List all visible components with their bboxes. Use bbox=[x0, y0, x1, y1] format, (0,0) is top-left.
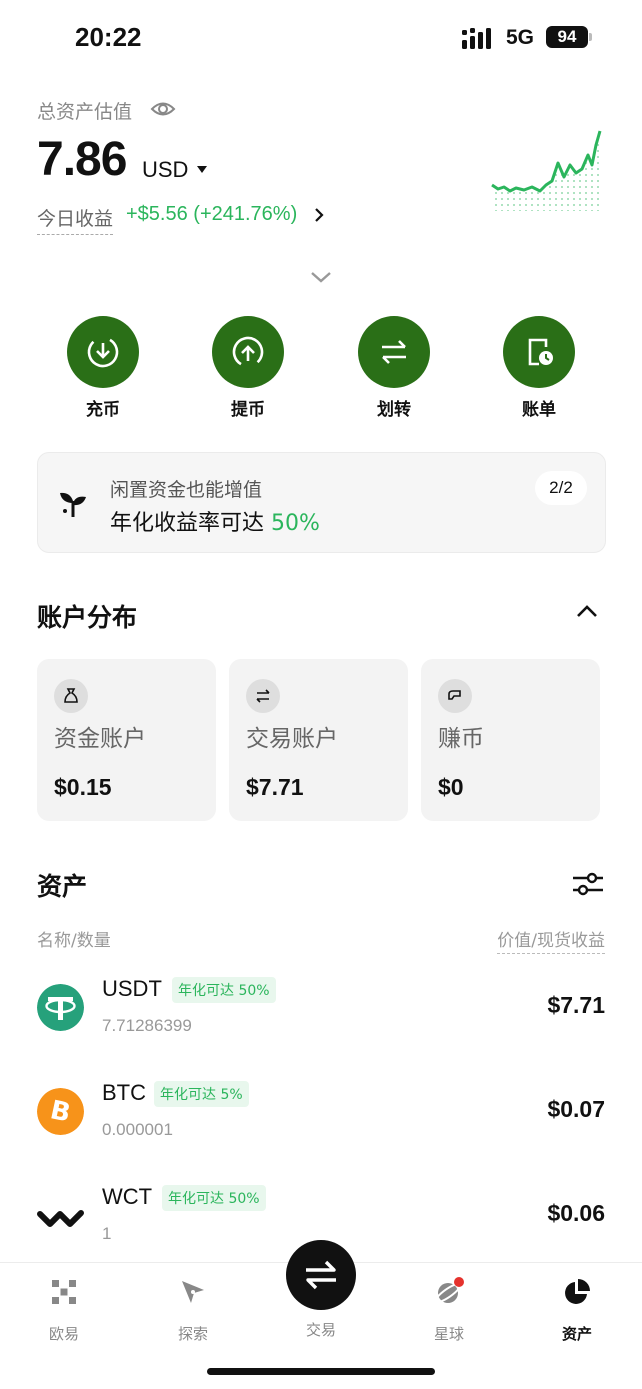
deposit-icon[interactable] bbox=[67, 316, 139, 388]
bill-icon[interactable] bbox=[503, 316, 575, 388]
funding-account-value: $0.15 bbox=[54, 774, 112, 800]
total-asset-label: 总资产估值 bbox=[37, 101, 133, 123]
asset-row-btc[interactable]: B BTC 年化可达 5% 0.000001 $0.07 bbox=[0, 1074, 642, 1170]
funding-account-card[interactable]: 资金账户 $0.15 bbox=[37, 659, 216, 821]
promo-title: 闲置资金也能增值 bbox=[110, 479, 263, 501]
filter-sliders-icon[interactable] bbox=[571, 870, 605, 898]
planet-icon bbox=[434, 1277, 464, 1304]
asset-sparkline bbox=[491, 130, 602, 211]
apy-badge[interactable]: 年化可达 5% bbox=[154, 1081, 249, 1107]
chevron-right-icon[interactable] bbox=[314, 207, 324, 223]
asset-value: $0.06 bbox=[547, 1200, 605, 1226]
earn-account-name: 赚币 bbox=[438, 726, 484, 752]
sprout-icon bbox=[60, 492, 86, 517]
apy-badge[interactable]: 年化可达 50% bbox=[172, 977, 276, 1003]
asset-amount: 0.000001 bbox=[102, 1120, 173, 1139]
asset-value: $0.07 bbox=[547, 1096, 605, 1122]
wct-icon bbox=[37, 1210, 84, 1227]
tab-okx[interactable]: 欧易 bbox=[19, 1277, 109, 1344]
asset-row-usdt[interactable]: USDT 年化可达 50% 7.71286399 $7.71 bbox=[0, 970, 642, 1066]
withdraw-button[interactable]: 提币 bbox=[203, 316, 293, 420]
battery-tip bbox=[589, 33, 592, 41]
today-pnl-label[interactable]: 今日收益 bbox=[37, 204, 114, 235]
trade-button[interactable] bbox=[286, 1240, 356, 1310]
today-pnl-value[interactable]: +$5.56 (+241.76%) bbox=[126, 203, 297, 226]
okx-logo-icon bbox=[52, 1280, 76, 1304]
earn-account-card[interactable]: 赚币 $0 bbox=[421, 659, 600, 821]
money-bag-icon bbox=[54, 679, 88, 713]
expand-chevron-icon[interactable] bbox=[309, 270, 333, 284]
earn-icon bbox=[438, 679, 472, 713]
bill-label: 账单 bbox=[522, 400, 556, 420]
tab-label: 探索 bbox=[177, 1325, 208, 1343]
chevron-up-icon[interactable] bbox=[576, 604, 598, 618]
signal-icon bbox=[462, 28, 491, 49]
column-name-amount: 名称/数量 bbox=[37, 931, 111, 951]
home-indicator bbox=[207, 1368, 435, 1375]
eye-icon[interactable] bbox=[150, 98, 176, 120]
tab-label: 资产 bbox=[561, 1325, 592, 1343]
asset-amount: 1 bbox=[102, 1224, 112, 1243]
promo-rate: 50% bbox=[271, 511, 320, 536]
usdt-icon bbox=[37, 984, 84, 1031]
tab-label: 欧易 bbox=[48, 1325, 79, 1343]
currency-selector[interactable]: USD bbox=[142, 157, 188, 183]
transfer-label: 划转 bbox=[377, 400, 411, 420]
tab-label: 星球 bbox=[433, 1325, 464, 1343]
asset-symbol: BTC bbox=[102, 1080, 146, 1105]
status-bar: 20:22 5G 94 bbox=[0, 0, 642, 78]
tab-assets[interactable]: 资产 bbox=[532, 1277, 622, 1344]
tab-planet[interactable]: 星球 bbox=[404, 1277, 494, 1344]
trading-account-card[interactable]: 交易账户 $7.71 bbox=[229, 659, 408, 821]
swap-icon bbox=[246, 679, 280, 713]
swap-arrows-icon bbox=[306, 1260, 336, 1290]
funding-account-name: 资金账户 bbox=[54, 726, 146, 752]
pie-chart-icon bbox=[565, 1279, 590, 1304]
battery-level: 94 bbox=[546, 26, 588, 48]
bill-button[interactable]: 账单 bbox=[494, 316, 584, 420]
promo-pager: 2/2 bbox=[535, 471, 587, 505]
network-type: 5G bbox=[506, 26, 535, 49]
tab-label: 交易 bbox=[305, 1321, 336, 1339]
tab-explore[interactable]: 探索 bbox=[148, 1277, 238, 1344]
promo-subtitle: 年化收益率可达 50% bbox=[110, 505, 320, 537]
asset-amount: 7.71286399 bbox=[102, 1016, 192, 1035]
apy-badge[interactable]: 年化可达 50% bbox=[162, 1185, 266, 1211]
asset-symbol: WCT bbox=[102, 1184, 153, 1209]
transfer-icon[interactable] bbox=[358, 316, 430, 388]
deposit-label: 充币 bbox=[86, 400, 120, 420]
asset-value: $7.71 bbox=[547, 992, 605, 1018]
transfer-button[interactable]: 划转 bbox=[349, 316, 439, 420]
withdraw-label: 提币 bbox=[231, 400, 265, 420]
caret-down-icon[interactable] bbox=[197, 166, 207, 173]
promo-subtitle-text: 年化收益率可达 bbox=[110, 511, 271, 536]
deposit-button[interactable]: 充币 bbox=[58, 316, 148, 420]
trading-account-name: 交易账户 bbox=[246, 726, 338, 752]
btc-icon: B bbox=[37, 1088, 84, 1135]
account-distribution-title: 账户分布 bbox=[37, 603, 138, 632]
trading-account-value: $7.71 bbox=[246, 774, 304, 800]
compass-icon bbox=[182, 1281, 204, 1303]
withdraw-icon[interactable] bbox=[212, 316, 284, 388]
column-value-pnl[interactable]: 价值/现货收益 bbox=[497, 926, 605, 954]
status-time: 20:22 bbox=[75, 22, 142, 52]
asset-symbol: USDT bbox=[102, 976, 162, 1001]
assets-title: 资产 bbox=[37, 872, 88, 901]
earn-account-value: $0 bbox=[438, 774, 464, 800]
total-asset-value: 7.86 bbox=[37, 133, 127, 186]
promo-banner[interactable]: 闲置资金也能增值 年化收益率可达 50% 2/2 bbox=[37, 452, 606, 553]
